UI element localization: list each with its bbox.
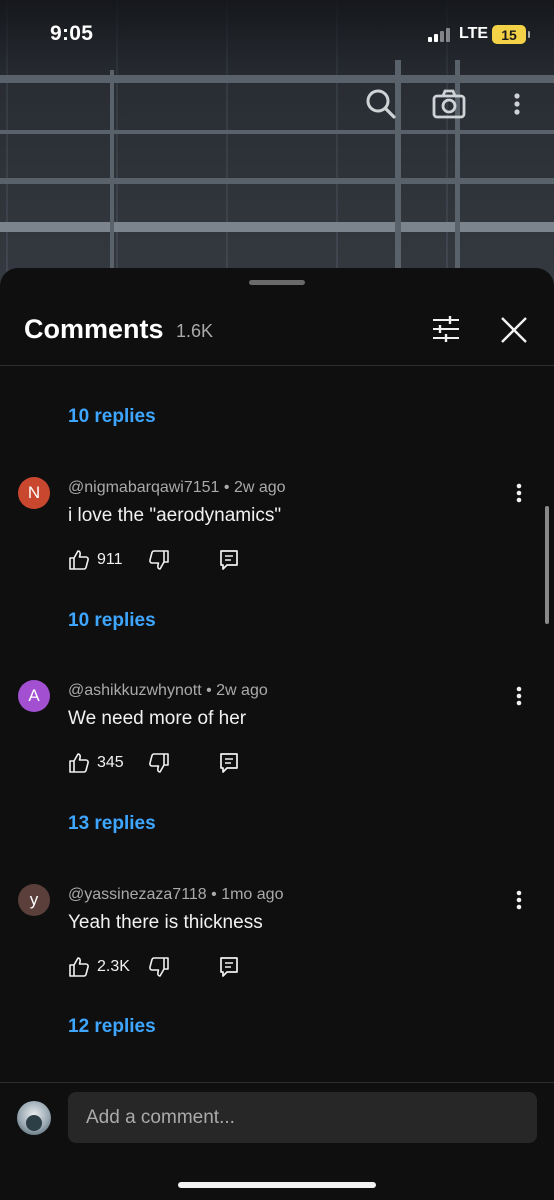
comment-text: Yeah there is thickness	[68, 912, 263, 933]
replies-link[interactable]: 12 replies	[68, 1016, 156, 1038]
comment-age: 2w ago	[216, 682, 268, 699]
comment-actions: 911	[68, 549, 248, 573]
signal-icon	[428, 28, 450, 42]
more-vert-icon[interactable]	[513, 481, 525, 505]
home-indicator[interactable]	[178, 1182, 376, 1188]
battery-level: 15	[501, 26, 517, 43]
comment-actions: 345	[68, 752, 248, 776]
search-icon[interactable]	[365, 88, 397, 120]
reply-icon[interactable]	[218, 752, 240, 774]
like-icon[interactable]	[68, 549, 90, 571]
like-count: 2.3K	[97, 958, 130, 975]
comment-author[interactable]: @nigmabarqawi7151	[68, 479, 219, 496]
dislike-icon[interactable]	[148, 752, 170, 774]
avatar[interactable]: y	[18, 884, 50, 916]
add-comment-input[interactable]: Add a comment...	[68, 1092, 537, 1143]
comment-item: y @yassinezaza7118 • 1mo ago Yeah there …	[0, 884, 554, 994]
comment-text: i love the "aerodynamics"	[68, 505, 282, 526]
comment-meta: @ashikkuzwhynott • 2w ago	[68, 682, 268, 699]
replies-link[interactable]: 10 replies	[68, 610, 156, 632]
replies-link[interactable]: 13 replies	[68, 813, 156, 835]
network-label: LTE	[459, 25, 489, 42]
like-icon[interactable]	[68, 956, 90, 978]
camera-icon[interactable]	[432, 88, 466, 120]
filter-icon[interactable]	[431, 315, 461, 343]
video-background: 9:05 LTE 15	[0, 0, 554, 290]
status-bar: 9:05 LTE 15	[0, 0, 554, 70]
like-count: 911	[97, 551, 123, 568]
reply-icon[interactable]	[218, 549, 240, 571]
comment-text: We need more of her	[68, 708, 247, 729]
reply-icon[interactable]	[218, 956, 240, 978]
avatar[interactable]: A	[18, 680, 50, 712]
drag-handle[interactable]	[249, 280, 305, 285]
comments-title: Comments	[24, 314, 164, 344]
more-vert-icon[interactable]	[513, 888, 525, 912]
more-vert-icon[interactable]	[513, 684, 525, 708]
replies-link[interactable]: 10 replies	[68, 406, 156, 428]
comment-author[interactable]: @yassinezaza7118	[68, 886, 207, 903]
close-icon[interactable]	[499, 315, 529, 345]
comment-author[interactable]: @ashikkuzwhynott	[68, 682, 202, 699]
dislike-icon[interactable]	[148, 549, 170, 571]
header-divider	[0, 365, 554, 366]
comment-actions: 2.3K	[68, 956, 248, 980]
like-icon[interactable]	[68, 752, 90, 774]
comment-meta: @nigmabarqawi7151 • 2w ago	[68, 479, 286, 496]
comment-meta: @yassinezaza7118 • 1mo ago	[68, 886, 284, 903]
user-avatar[interactable]	[17, 1101, 51, 1135]
dislike-icon[interactable]	[148, 956, 170, 978]
comments-count: 1.6K	[176, 321, 214, 341]
battery-icon: 15	[492, 25, 530, 44]
add-comment-placeholder: Add a comment...	[86, 1107, 235, 1128]
like-count: 345	[97, 754, 124, 771]
avatar[interactable]: N	[18, 477, 50, 509]
comment-item: A @ashikkuzwhynott • 2w ago We need more…	[0, 680, 554, 790]
comment-age: 2w ago	[233, 479, 286, 496]
comment-item: N @nigmabarqawi7151 • 2w ago i love the …	[0, 477, 554, 587]
status-time: 9:05	[50, 22, 94, 45]
composer-divider	[0, 1082, 554, 1083]
comment-age: 1mo ago	[221, 886, 284, 903]
more-vert-icon[interactable]	[511, 88, 523, 120]
